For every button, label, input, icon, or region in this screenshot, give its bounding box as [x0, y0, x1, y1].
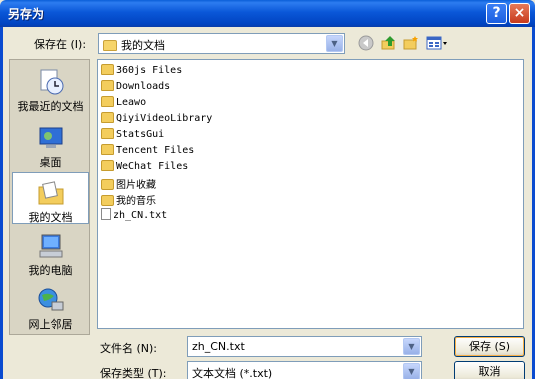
filename-field[interactable]: zh_CN.txt ▼ — [187, 336, 422, 357]
folder-icon — [101, 112, 114, 123]
filetype-value: 文本文档 (*.txt) — [192, 367, 273, 379]
folder-icon — [101, 128, 114, 139]
place-label: 我最近的文档 — [17, 100, 84, 113]
place-desktop[interactable]: 桌面 — [12, 118, 89, 170]
list-item[interactable]: 图片收藏 — [101, 176, 156, 191]
list-item[interactable]: WeChat Files — [101, 160, 188, 175]
chevron-down-icon[interactable]: ▼ — [403, 338, 420, 355]
file-list[interactable]: 360js Files Downloads Leawo QiyiVideoLib… — [97, 59, 524, 329]
places-bar: 我最近的文档 桌面 我的文档 我的电脑 网上邻居 — [9, 59, 90, 335]
folder-icon — [101, 160, 114, 171]
place-my-documents[interactable]: 我的文档 — [12, 172, 89, 224]
list-item[interactable]: Leawo — [101, 96, 146, 111]
close-button[interactable]: × — [509, 3, 530, 24]
list-item[interactable]: 我的音乐 — [101, 192, 156, 207]
save-button[interactable]: 保存 (S) — [454, 336, 525, 357]
file-name: WeChat Files — [116, 161, 189, 172]
filename-label: 文件名 (N): — [100, 342, 158, 355]
savein-value: 我的文档 — [121, 39, 165, 52]
file-name: QiyiVideoLibrary — [116, 113, 213, 124]
place-label: 我的电脑 — [28, 264, 73, 277]
picture-folder-icon — [101, 179, 114, 190]
new-folder-icon[interactable] — [402, 35, 420, 53]
chevron-down-icon[interactable]: ▼ — [403, 363, 420, 379]
music-folder-icon — [101, 195, 114, 206]
folder-icon — [103, 40, 117, 51]
list-item[interactable]: QiyiVideoLibrary — [101, 112, 212, 127]
help-button[interactable]: ? — [486, 3, 507, 24]
my-documents-icon — [38, 181, 63, 205]
title-bar[interactable]: 另存为 ? × — [0, 0, 535, 27]
folder-icon — [101, 64, 114, 75]
place-my-computer[interactable]: 我的电脑 — [12, 226, 89, 278]
window-title: 另存为 — [8, 7, 45, 21]
place-recent-documents[interactable]: 我最近的文档 — [12, 62, 89, 114]
place-label: 我的文档 — [28, 211, 73, 224]
place-label: 网上邻居 — [28, 318, 73, 331]
filetype-dropdown[interactable]: 文本文档 (*.txt) ▼ — [187, 361, 422, 379]
view-menu-icon[interactable] — [425, 35, 449, 53]
text-file-icon — [101, 208, 111, 220]
file-name: 360js Files — [116, 65, 183, 76]
up-folder-icon[interactable] — [380, 35, 398, 53]
filetype-label: 保存类型 (T): — [100, 367, 167, 379]
file-name: Downloads — [116, 81, 171, 92]
folder-icon — [101, 144, 114, 155]
cancel-button[interactable]: 取消 — [454, 361, 525, 379]
savein-dropdown[interactable]: 我的文档 ▼ — [98, 33, 345, 54]
place-label: 桌面 — [39, 156, 62, 169]
file-name: 我的音乐 — [116, 196, 156, 207]
back-icon[interactable] — [357, 35, 375, 53]
folder-icon — [101, 96, 114, 107]
network-places-icon — [38, 288, 63, 311]
folder-icon — [101, 80, 114, 91]
file-name: zh_CN.txt — [113, 210, 168, 221]
chevron-down-icon[interactable]: ▼ — [326, 35, 343, 52]
list-item[interactable]: Downloads — [101, 80, 170, 95]
list-item[interactable]: Tencent Files — [101, 144, 194, 159]
filename-value: zh_CN.txt — [192, 340, 245, 353]
file-name: Leawo — [116, 97, 147, 108]
recent-documents-icon — [40, 69, 63, 95]
my-computer-icon — [39, 234, 62, 258]
place-network[interactable]: 网上邻居 — [12, 280, 89, 332]
list-item[interactable]: zh_CN.txt — [101, 208, 167, 223]
desktop-icon — [39, 127, 62, 148]
file-name: StatsGui — [116, 129, 165, 140]
savein-label: 保存在 (I): — [34, 38, 87, 51]
list-item[interactable]: 360js Files — [101, 64, 182, 79]
file-name: Tencent Files — [116, 145, 195, 156]
file-name: 图片收藏 — [116, 180, 156, 191]
list-item[interactable]: StatsGui — [101, 128, 164, 143]
